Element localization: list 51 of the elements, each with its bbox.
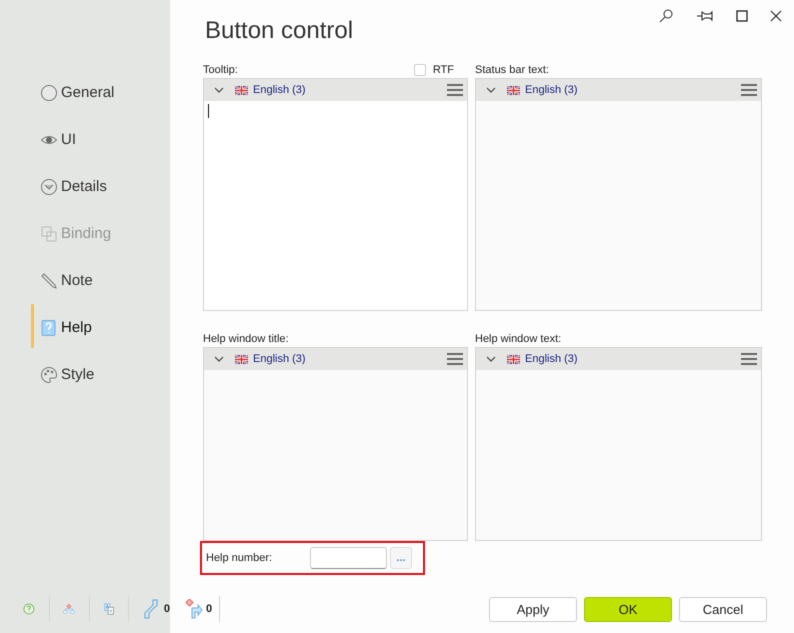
circle-icon [40, 84, 58, 102]
event-icon[interactable] [184, 599, 204, 619]
field-label: Help window title: [203, 333, 289, 345]
menu-icon[interactable] [447, 353, 463, 365]
menu-icon[interactable] [741, 353, 757, 365]
menu-icon[interactable] [741, 84, 757, 96]
search-icon[interactable] [658, 8, 674, 24]
chevron-down-icon[interactable] [214, 356, 224, 362]
sidebar-item[interactable]: Note [0, 257, 170, 304]
field-label: Status bar text: [475, 64, 549, 76]
text-editor[interactable]: English (3) [475, 347, 762, 541]
flag-icon [235, 86, 248, 94]
chevron-down-icon[interactable] [486, 356, 496, 362]
close-icon[interactable] [770, 10, 782, 22]
ok-button[interactable]: OK [584, 596, 672, 622]
field-label: Help window text: [475, 333, 562, 345]
help-number-field[interactable] [310, 547, 387, 569]
rtf-checkbox[interactable] [414, 64, 426, 76]
pin-icon[interactable] [696, 9, 714, 23]
window-title: Button control [205, 17, 354, 45]
sidebar-item[interactable]: General [0, 69, 170, 116]
menu-icon[interactable] [447, 84, 463, 96]
maximize-icon[interactable] [736, 10, 748, 22]
event-count: 0 [206, 603, 212, 615]
sidebar-item[interactable]: UI [0, 116, 170, 163]
sidebar-item[interactable]: Style [0, 351, 170, 398]
text-cursor [208, 104, 209, 118]
field-label: Tooltip: [203, 64, 238, 76]
flag-icon [235, 354, 248, 364]
field-label: Help number: [206, 552, 274, 564]
language-selector[interactable]: English (3) [235, 84, 306, 96]
text-editor[interactable]: English (3) [203, 347, 468, 541]
language-selector[interactable]: English (3) [235, 353, 306, 365]
sidebar-item[interactable]: Details [0, 163, 170, 210]
apply-button[interactable]: Apply [489, 596, 577, 622]
chevron-down-icon[interactable] [486, 87, 496, 93]
flag-icon [507, 354, 520, 364]
cancel-button[interactable]: Cancel [679, 596, 767, 622]
text-editor[interactable]: English (3) [203, 78, 468, 311]
language-selector[interactable]: English (3) [507, 84, 578, 96]
sidebar-item[interactable]: Help [0, 304, 170, 351]
palette-icon [40, 366, 58, 384]
link-count: 0 [164, 603, 170, 615]
text-editor[interactable]: English (3) [475, 78, 762, 311]
rtf-label: RTF [432, 64, 454, 76]
language-selector[interactable]: English (3) [507, 353, 578, 365]
flag-icon [507, 86, 520, 94]
question-icon [40, 318, 58, 336]
pencil-icon [40, 272, 58, 290]
chevron-down-icon[interactable] [214, 87, 224, 93]
chevron-circle-icon [40, 178, 58, 196]
